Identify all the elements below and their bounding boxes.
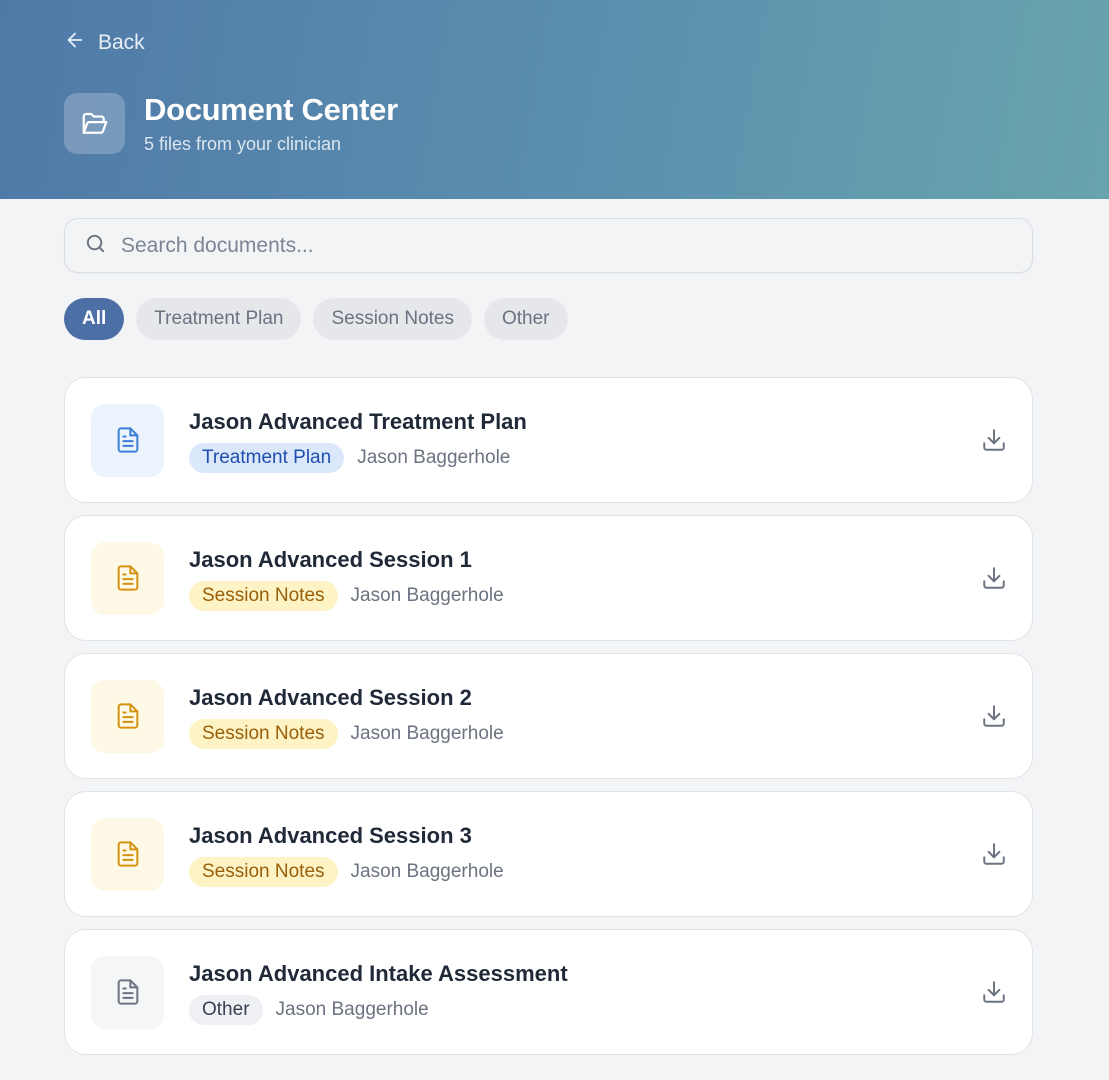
document-info: Jason Advanced Session 3 Session Notes Jas…: [189, 822, 504, 887]
document-author: Jason Baggerhole: [350, 584, 504, 606]
document-meta: Session Notes Jason Baggerhole: [189, 856, 504, 887]
search-icon: [84, 232, 107, 260]
category-badge: Session Notes: [189, 856, 338, 887]
header-banner: Back Document Center 5 files from your c…: [0, 0, 1109, 199]
filter-pill-all[interactable]: All: [64, 298, 125, 340]
filter-pills: All Treatment Plan Session Notes Other: [64, 298, 568, 340]
document-card[interactable]: Jason Advanced Treatment Plan Treatment P…: [64, 377, 1033, 503]
document-info: Jason Advanced Session 1 Session Notes Jas…: [189, 546, 504, 611]
download-icon[interactable]: [981, 427, 1007, 453]
document-icon: [91, 541, 164, 615]
back-label: Back: [98, 31, 145, 54]
filter-pill-other[interactable]: Other: [483, 298, 568, 340]
download-icon[interactable]: [981, 565, 1007, 591]
document-name: Jason Advanced Session 2: [189, 684, 472, 710]
document-card[interactable]: Jason Advanced Session 2 Session Notes Jas…: [64, 653, 1033, 779]
download-icon[interactable]: [981, 841, 1007, 867]
document-icon: [91, 817, 164, 891]
document-author: Jason Baggerhole: [357, 446, 511, 468]
document-meta: Other Jason Baggerhole: [189, 994, 568, 1025]
page-subtitle: 5 files from your clinician: [144, 134, 342, 154]
document-name: Jason Advanced Intake Assessment: [189, 960, 568, 986]
category-badge: Treatment Plan: [189, 442, 345, 473]
arrow-left-icon: [64, 29, 86, 57]
document-info: Jason Advanced Treatment Plan Treatment P…: [189, 408, 527, 473]
page-title: Document Center: [144, 92, 398, 127]
document-icon: [91, 679, 164, 753]
back-button[interactable]: Back: [64, 28, 145, 58]
document-name: Jason Advanced Session 1: [189, 546, 472, 572]
document-card[interactable]: Jason Advanced Session 1 Session Notes Jas…: [64, 515, 1033, 641]
document-name: Jason Advanced Session 3: [189, 822, 472, 848]
document-author: Jason Baggerhole: [275, 998, 429, 1020]
document-card[interactable]: Jason Advanced Intake Assessment Other Jas…: [64, 929, 1033, 1055]
search-bar[interactable]: [64, 218, 1033, 273]
category-badge: Session Notes: [189, 580, 338, 611]
document-meta: Session Notes Jason Baggerhole: [189, 580, 504, 611]
folder-open-icon: [64, 93, 125, 154]
filter-pill-session-notes[interactable]: Session Notes: [313, 298, 472, 340]
document-info: Jason Advanced Session 2 Session Notes Jas…: [189, 684, 504, 749]
filter-pill-treatment-plan[interactable]: Treatment Plan: [136, 298, 302, 340]
document-card[interactable]: Jason Advanced Session 3 Session Notes Jas…: [64, 791, 1033, 917]
document-icon: [91, 955, 164, 1029]
download-icon[interactable]: [981, 703, 1007, 729]
document-meta: Treatment Plan Jason Baggerhole: [189, 442, 527, 473]
title-block: Document Center 5 files from your clinic…: [64, 92, 398, 155]
category-badge: Other: [189, 994, 263, 1025]
document-author: Jason Baggerhole: [350, 860, 504, 882]
category-badge: Session Notes: [189, 718, 338, 749]
document-list: Jason Advanced Treatment Plan Treatment P…: [64, 377, 1033, 1067]
download-icon[interactable]: [981, 979, 1007, 1005]
document-author: Jason Baggerhole: [350, 722, 504, 744]
document-meta: Session Notes Jason Baggerhole: [189, 718, 504, 749]
document-name: Jason Advanced Treatment Plan: [189, 408, 527, 434]
document-icon: [91, 403, 164, 477]
search-input[interactable]: [121, 233, 981, 258]
document-info: Jason Advanced Intake Assessment Other Jas…: [189, 960, 568, 1025]
